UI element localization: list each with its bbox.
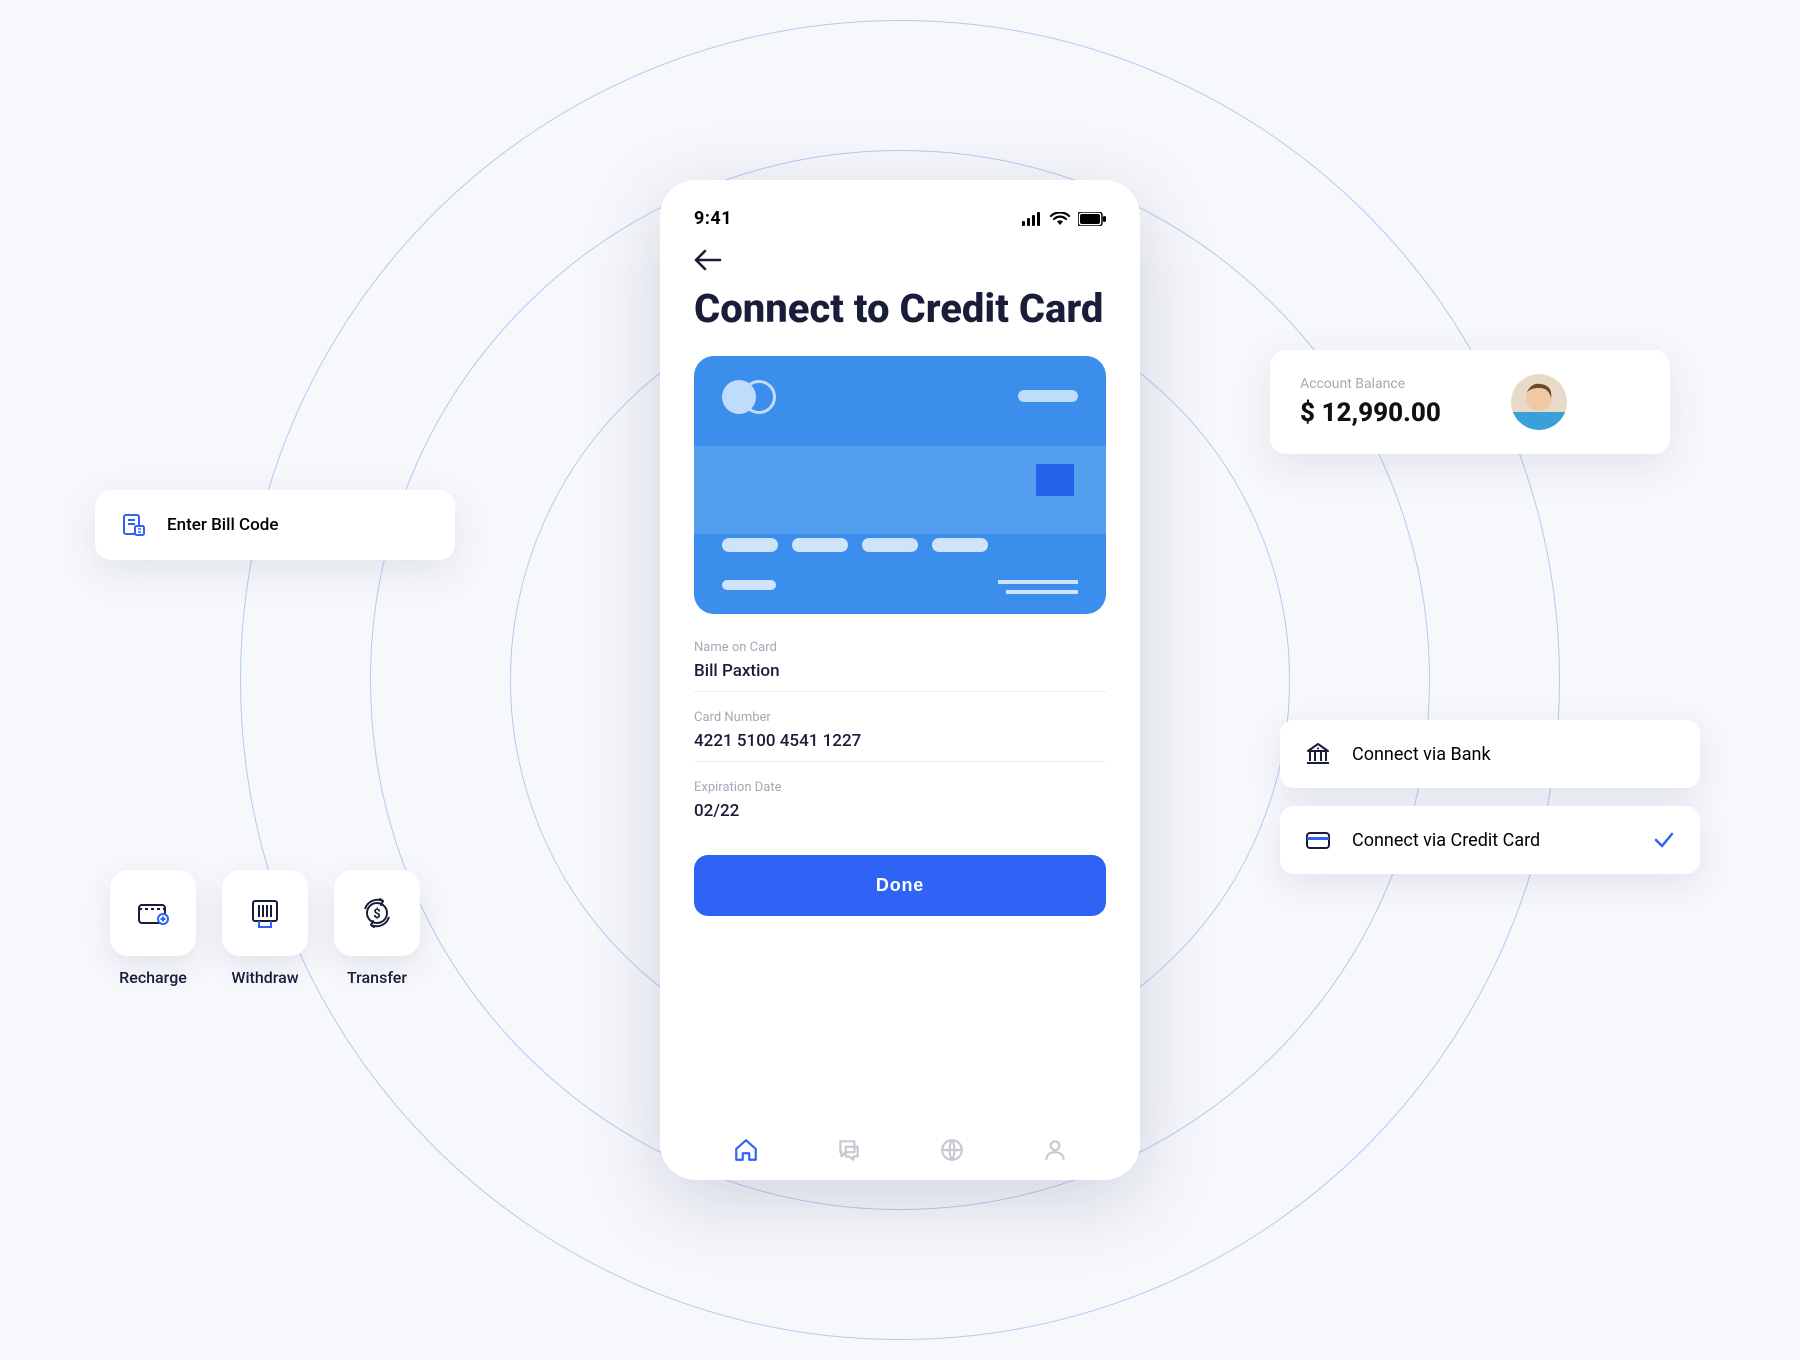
atm-icon [245,893,285,933]
status-bar: 9:41 [694,208,1106,229]
action-label: Withdraw [231,968,298,987]
bill-code-icon [121,512,147,538]
signal-icon [1022,212,1042,226]
card-number-field[interactable]: Card Number 4221 5100 4541 1227 [694,710,1106,762]
action-label: Transfer [347,968,407,987]
status-time: 9:41 [694,208,732,229]
check-icon [1652,828,1676,852]
battery-icon [1078,212,1106,226]
field-value: 4221 5100 4541 1227 [694,731,1106,762]
action-row: Recharge Withdraw $ Transfer [110,870,420,987]
credit-card-graphic [694,356,1106,614]
back-button[interactable] [694,249,1106,271]
phone-mockup: 9:41 Connect to Credit Card [660,180,1140,1180]
enter-bill-code[interactable]: Enter Bill Code [95,490,455,560]
field-value: Bill Paxtion [694,661,1106,692]
action-withdraw[interactable]: Withdraw [222,870,308,987]
tab-bar [694,1118,1106,1164]
credit-card-icon [1304,826,1332,854]
connect-label: Connect via Bank [1352,744,1491,765]
connect-label: Connect via Credit Card [1352,830,1540,851]
action-recharge[interactable]: Recharge [110,870,196,987]
field-label: Name on Card [694,640,1106,655]
tab-profile[interactable] [1041,1136,1069,1164]
field-value: 02/22 [694,801,1106,831]
svg-text:$: $ [373,907,380,922]
avatar[interactable] [1511,374,1567,430]
page-title: Connect to Credit Card [694,285,1106,332]
transfer-icon: $ [357,893,397,933]
connect-via-bank[interactable]: Connect via Bank [1280,720,1700,788]
expiration-field[interactable]: Expiration Date 02/22 [694,780,1106,831]
name-on-card-field[interactable]: Name on Card Bill Paxtion [694,640,1106,692]
field-label: Card Number [694,710,1106,725]
action-transfer[interactable]: $ Transfer [334,870,420,987]
connect-options: Connect via Bank Connect via Credit Card [1280,720,1700,874]
action-label: Recharge [119,968,187,987]
done-button[interactable]: Done [694,855,1106,916]
wallet-icon [133,893,173,933]
wifi-icon [1050,212,1070,226]
tab-globe[interactable] [938,1136,966,1164]
field-label: Expiration Date [694,780,1106,795]
account-balance-card: Account Balance $ 12,990.00 [1270,350,1670,454]
tab-chat[interactable] [835,1136,863,1164]
balance-value: $ 12,990.00 [1300,398,1441,428]
connect-via-credit-card[interactable]: Connect via Credit Card [1280,806,1700,874]
bill-code-label: Enter Bill Code [167,515,278,535]
balance-label: Account Balance [1300,376,1441,392]
tab-home[interactable] [732,1136,760,1164]
bank-icon [1304,740,1332,768]
